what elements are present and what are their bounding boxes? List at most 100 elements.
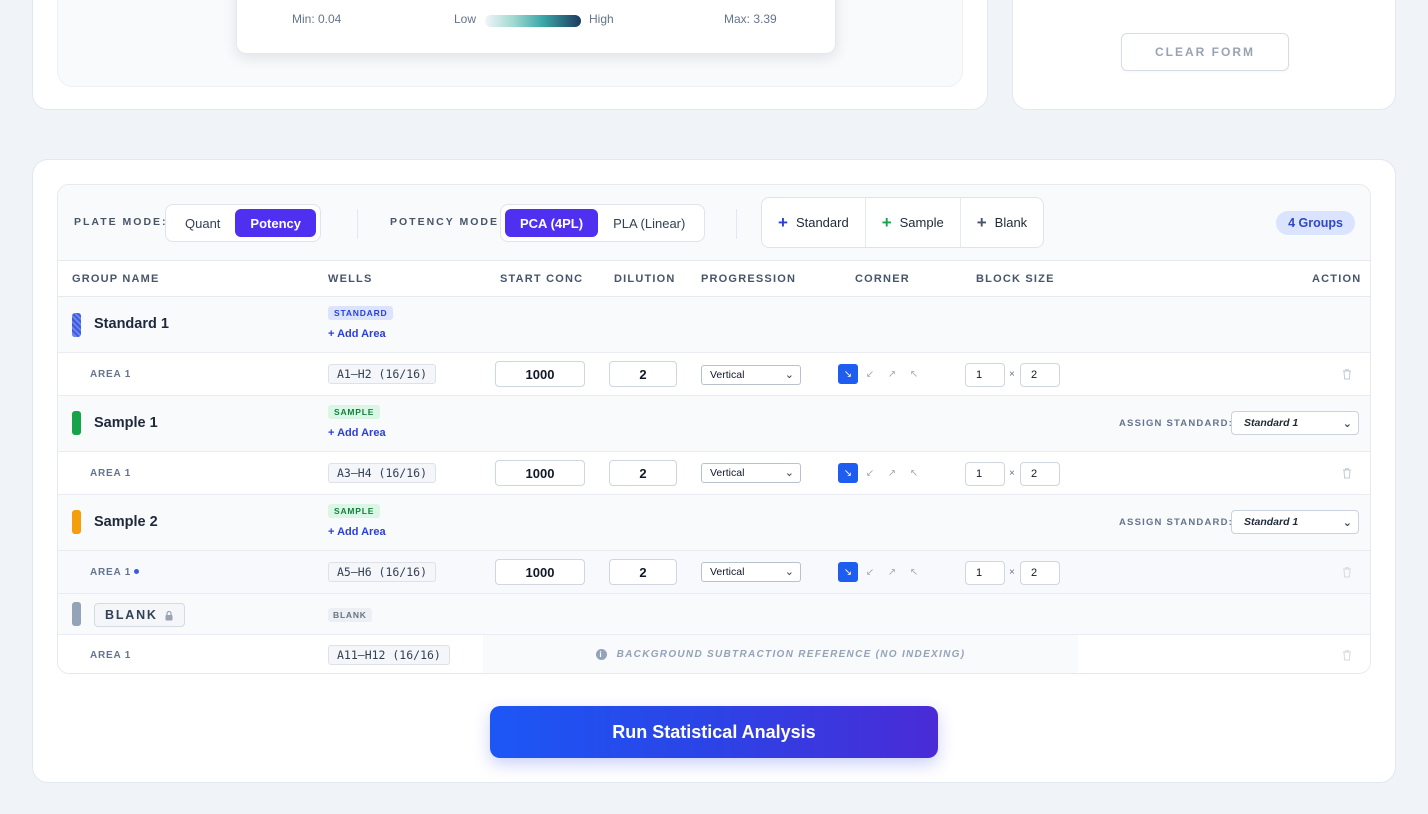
progression-select[interactable]: Vertical ⌄: [701, 562, 801, 582]
add-blank-button[interactable]: + Blank: [961, 198, 1043, 247]
corner-bottom-right-icon[interactable]: ↘: [838, 364, 858, 384]
group-type-badge: STANDARD: [328, 306, 394, 320]
corner-top-left-icon[interactable]: ↖: [904, 463, 924, 483]
groups-table-panel: PLATE MODE: Quant Potency POTENCY MODE: …: [57, 184, 1371, 674]
wells-chip[interactable]: A5–H6 (16/16): [328, 562, 437, 582]
start-conc-input[interactable]: 1000: [495, 559, 585, 585]
table-header: GROUP NAME WELLS START CONC DILUTION PRO…: [58, 261, 1370, 297]
plate-mode-quant[interactable]: Quant: [170, 209, 235, 237]
legend-min: Min: 0.04: [292, 12, 342, 26]
group-color-swatch[interactable]: [72, 313, 81, 337]
corner-bottom-left-icon[interactable]: ↙: [860, 364, 880, 384]
group-row-sample-2: Sample 2 SAMPLE + Add Area ASSIGN STANDA…: [58, 495, 1370, 551]
chevron-down-icon: ⌄: [784, 467, 794, 479]
add-group-buttons: + Standard + Sample + Blank: [761, 197, 1045, 248]
add-sample-button[interactable]: + Sample: [866, 198, 961, 247]
wells-chip[interactable]: A3–H4 (16/16): [328, 463, 437, 483]
start-conc-input[interactable]: 1000: [495, 460, 585, 486]
col-action: ACTION: [1312, 273, 1362, 285]
corner-bottom-right-icon[interactable]: ↘: [838, 562, 858, 582]
col-wells: WELLS: [328, 273, 373, 285]
dilution-input[interactable]: 2: [609, 460, 677, 486]
corner-top-right-icon[interactable]: ↗: [882, 562, 902, 582]
clear-form-button[interactable]: CLEAR FORM: [1121, 33, 1289, 71]
block-width-input[interactable]: 1: [965, 363, 1005, 387]
group-name[interactable]: Sample 2: [94, 514, 158, 530]
trash-icon[interactable]: [1342, 566, 1352, 578]
corner-top-right-icon[interactable]: ↗: [882, 463, 902, 483]
trash-icon[interactable]: [1342, 467, 1352, 479]
add-area-link[interactable]: + Add Area: [328, 427, 386, 439]
add-standard-label: Standard: [795, 215, 849, 230]
corner-top-left-icon[interactable]: ↖: [904, 562, 924, 582]
legend-gradient-bar: [485, 15, 581, 27]
block-times-sign: ×: [1009, 567, 1015, 578]
assign-standard-select[interactable]: Standard 1 ⌄: [1231, 411, 1359, 435]
trash-icon[interactable]: [1342, 368, 1352, 380]
blank-group-name: BLANK: [94, 603, 185, 627]
plate-mode-label: PLATE MODE:: [74, 216, 168, 228]
col-dilution: DILUTION: [614, 273, 676, 285]
group-count-badge: 4 Groups: [1276, 211, 1355, 235]
plus-icon: +: [881, 213, 892, 232]
col-progression: PROGRESSION: [701, 273, 797, 285]
area-label: AREA 1: [90, 650, 132, 661]
group-type-badge: BLANK: [328, 608, 372, 622]
group-color-swatch[interactable]: [72, 510, 81, 534]
run-analysis-button[interactable]: Run Statistical Analysis: [490, 706, 938, 758]
add-area-link[interactable]: + Add Area: [328, 526, 386, 538]
group-row-standard-1: Standard 1 STANDARD + Add Area: [58, 297, 1370, 353]
trash-icon[interactable]: [1342, 649, 1352, 661]
progression-select[interactable]: Vertical ⌄: [701, 365, 801, 385]
add-sample-label: Sample: [899, 215, 944, 230]
wells-chip[interactable]: A11–H12 (16/16): [328, 645, 450, 665]
col-group-name: GROUP NAME: [72, 273, 160, 285]
dilution-input[interactable]: 2: [609, 559, 677, 585]
plate-mode-toggle: Quant Potency: [165, 204, 321, 242]
potency-mode-pla[interactable]: PLA (Linear): [598, 209, 700, 237]
plate-mode-potency[interactable]: Potency: [235, 209, 316, 237]
assign-standard-value: Standard 1: [1244, 516, 1299, 528]
assign-standard-select[interactable]: Standard 1 ⌄: [1231, 510, 1359, 534]
corner-top-left-icon[interactable]: ↖: [904, 364, 924, 384]
potency-mode-label: POTENCY MODE:: [390, 216, 505, 228]
block-height-input[interactable]: 2: [1020, 462, 1060, 486]
area-row: AREA 1 A5–H6 (16/16) 1000 2 Vertical ⌄ ↘ …: [58, 551, 1370, 594]
area-label: AREA 1: [90, 567, 132, 578]
potency-mode-pca[interactable]: PCA (4PL): [505, 209, 599, 237]
plate-groups-card: PLATE MODE: Quant Potency POTENCY MODE: …: [32, 159, 1396, 783]
area-label: AREA 1: [90, 468, 132, 479]
form-actions-card: CLEAR FORM: [1012, 0, 1396, 110]
corner-top-right-icon[interactable]: ↗: [882, 364, 902, 384]
toolbar-divider: [357, 209, 358, 239]
block-width-input[interactable]: 1: [965, 561, 1005, 585]
heatmap-legend: Min: 0.04 Low High Max: 3.39: [236, 0, 836, 54]
add-blank-label: Blank: [994, 215, 1028, 230]
group-color-swatch: [72, 602, 81, 626]
group-type-badge: SAMPLE: [328, 405, 381, 419]
add-standard-button[interactable]: + Standard: [762, 198, 866, 247]
group-name[interactable]: Sample 1: [94, 415, 158, 431]
group-name: BLANK: [105, 608, 158, 622]
progression-select[interactable]: Vertical ⌄: [701, 463, 801, 483]
dilution-input[interactable]: 2: [609, 361, 677, 387]
legend-max: Max: 3.39: [724, 12, 777, 26]
chevron-down-icon: ⌄: [1342, 418, 1352, 430]
group-color-swatch[interactable]: [72, 411, 81, 435]
wells-chip[interactable]: A1–H2 (16/16): [328, 364, 437, 384]
area-row: AREA 1 A1–H2 (16/16) 1000 2 Vertical ⌄ ↘ …: [58, 353, 1370, 396]
block-height-input[interactable]: 2: [1020, 363, 1060, 387]
block-width-input[interactable]: 1: [965, 462, 1005, 486]
corner-bottom-left-icon[interactable]: ↙: [860, 562, 880, 582]
lock-icon: [165, 610, 173, 620]
progression-value: Vertical: [710, 369, 745, 381]
block-height-input[interactable]: 2: [1020, 561, 1060, 585]
add-area-link[interactable]: + Add Area: [328, 328, 386, 340]
corner-bottom-right-icon[interactable]: ↘: [838, 463, 858, 483]
active-area-dot: [134, 569, 139, 574]
start-conc-input[interactable]: 1000: [495, 361, 585, 387]
group-name[interactable]: Standard 1: [94, 316, 169, 332]
corner-bottom-left-icon[interactable]: ↙: [860, 463, 880, 483]
col-start-conc: START CONC: [500, 273, 584, 285]
col-block-size: BLOCK SIZE: [976, 273, 1055, 285]
